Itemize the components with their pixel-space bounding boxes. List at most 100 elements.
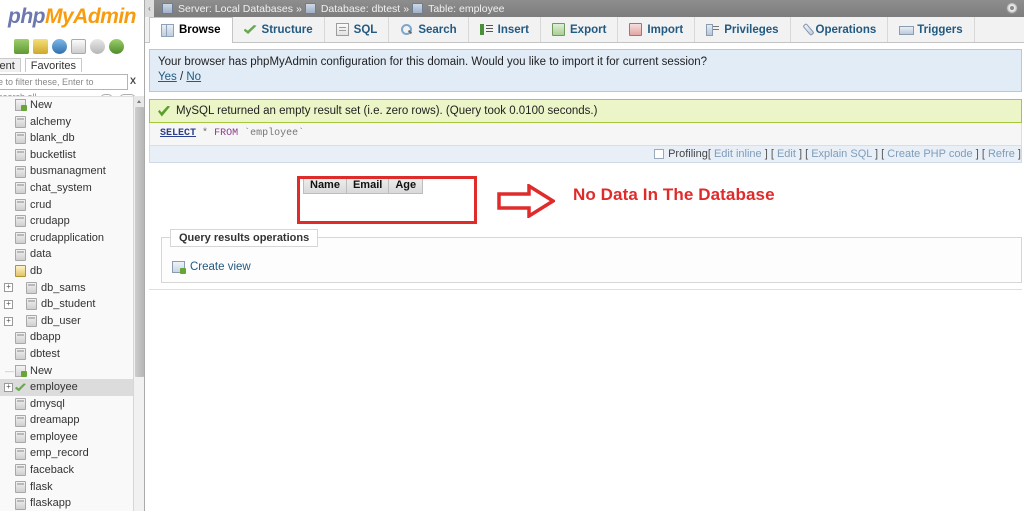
db-tree-item[interactable]: dmysql bbox=[0, 396, 144, 413]
db-icon bbox=[15, 431, 26, 444]
search-icon bbox=[400, 23, 413, 36]
database-icon bbox=[304, 3, 316, 14]
db-tree-item[interactable]: + db_student bbox=[0, 296, 144, 313]
tab-label: SQL bbox=[353, 23, 378, 36]
db-tree-item[interactable]: data bbox=[0, 246, 144, 263]
notice-yes-link[interactable]: Yes bbox=[158, 71, 177, 83]
refresh-icon[interactable] bbox=[109, 38, 124, 54]
tab-export[interactable]: Export bbox=[541, 17, 619, 42]
db-tree-item[interactable]: + db_user bbox=[0, 313, 144, 330]
new-table-icon bbox=[15, 364, 27, 377]
breadcrumb-server[interactable]: Server: Local Databases bbox=[178, 3, 293, 15]
profiling-link-explain-sql[interactable]: Explain SQL bbox=[811, 148, 872, 160]
profiling-link-edit-inline[interactable]: Edit inline bbox=[714, 148, 762, 160]
create-view-link[interactable]: Create view bbox=[190, 261, 251, 273]
sidebar-scrollbar[interactable] bbox=[133, 96, 144, 511]
sql-query-icon[interactable] bbox=[33, 38, 48, 54]
db-tree-item[interactable]: chat_system bbox=[0, 180, 144, 197]
db-tree-item[interactable]: faceback bbox=[0, 462, 144, 479]
db-tree-item-label: dbapp bbox=[30, 331, 61, 344]
tab-insert[interactable]: Insert bbox=[469, 17, 541, 42]
clear-filter-icon[interactable]: X bbox=[130, 76, 136, 86]
db-icon bbox=[15, 215, 26, 228]
db-tree-item[interactable]: flaskapp bbox=[0, 495, 144, 511]
sidebar-tab-favorites[interactable]: Favorites bbox=[24, 58, 83, 73]
db-filter-input[interactable]: e to filter these, Enter to search all bbox=[0, 74, 128, 102]
db-icon bbox=[26, 281, 37, 294]
profiling-link-refre[interactable]: Refre bbox=[988, 148, 1015, 160]
tab-operations[interactable]: Operations bbox=[791, 17, 889, 42]
db-tree-item[interactable]: bucketlist bbox=[0, 147, 144, 164]
tree-expand-icon[interactable]: + bbox=[4, 382, 13, 392]
tree-expand-icon[interactable]: + bbox=[4, 283, 13, 293]
db-tree-item-label: dmysql bbox=[30, 397, 65, 410]
documentation-icon[interactable] bbox=[71, 38, 86, 54]
query-success-bar: MySQL returned an empty result set (i.e.… bbox=[149, 99, 1022, 123]
db-tree-item[interactable]: dreamapp bbox=[0, 412, 144, 429]
db-tree-item[interactable]: — New bbox=[0, 363, 144, 380]
scroll-up-arrow-icon[interactable] bbox=[134, 96, 144, 107]
db-tree-item[interactable]: New bbox=[0, 97, 144, 114]
db-icon bbox=[26, 298, 37, 311]
db-icon bbox=[15, 497, 26, 510]
db-icon bbox=[26, 315, 37, 328]
db-icon bbox=[15, 115, 26, 128]
db-tree-item[interactable]: alchemy bbox=[0, 114, 144, 131]
tab-structure[interactable]: Structure bbox=[233, 17, 325, 42]
db-tree-item[interactable]: crud bbox=[0, 197, 144, 214]
profiling-checkbox[interactable] bbox=[654, 149, 665, 159]
tab-label: Search bbox=[418, 23, 457, 36]
tree-expand-icon[interactable]: + bbox=[4, 299, 13, 309]
tab-privileges[interactable]: Privileges bbox=[695, 17, 791, 42]
breadcrumb-sep-1: » bbox=[295, 2, 302, 15]
privileges-icon bbox=[706, 23, 720, 36]
breadcrumb-database[interactable]: Database: dbtest bbox=[321, 3, 400, 15]
logo-php: php bbox=[8, 5, 45, 28]
db-tree-item[interactable]: crudapplication bbox=[0, 230, 144, 247]
db-tree-item[interactable]: emp_record bbox=[0, 445, 144, 462]
sql-keyword-select[interactable]: SELECT bbox=[160, 128, 196, 139]
db-tree-item[interactable]: dbapp bbox=[0, 329, 144, 346]
profiling-link-create-php-code[interactable]: Create PHP code bbox=[887, 148, 972, 160]
wiki-icon[interactable] bbox=[90, 38, 105, 54]
db-tree-item[interactable]: employee bbox=[0, 429, 144, 446]
db-icon bbox=[15, 198, 26, 211]
results-column-header[interactable]: Name bbox=[303, 176, 347, 194]
tab-triggers[interactable]: Triggers bbox=[888, 17, 975, 42]
db-open-icon bbox=[15, 265, 26, 278]
db-tree-item-label: emp_record bbox=[30, 447, 89, 460]
bracket: ] bbox=[761, 148, 771, 160]
home-icon[interactable] bbox=[14, 38, 29, 54]
db-tree-item[interactable]: blank_db bbox=[0, 130, 144, 147]
db-tree-item[interactable]: crudapp bbox=[0, 213, 144, 230]
db-tree-item-label: New bbox=[30, 99, 53, 111]
sidebar-scroll-thumb[interactable] bbox=[135, 107, 144, 377]
tab-browse[interactable]: Browse bbox=[149, 17, 233, 43]
db-tree-item[interactable]: flask bbox=[0, 479, 144, 496]
notice-no-link[interactable]: No bbox=[186, 71, 201, 83]
db-tree-item[interactable]: busmanagment bbox=[0, 163, 144, 180]
tree-expand-icon[interactable]: + bbox=[4, 316, 13, 326]
breadcrumb-table[interactable]: Table: employee bbox=[428, 3, 504, 15]
profiling-link-edit[interactable]: Edit bbox=[777, 148, 796, 160]
tab-label: Structure bbox=[261, 23, 313, 36]
table-selected-icon bbox=[15, 381, 26, 393]
phpmyadmin-logo[interactable]: phpMyAdmin bbox=[8, 4, 144, 30]
settings-gear-icon[interactable] bbox=[1006, 2, 1018, 14]
sidebar: phpMyAdmin centFavorites e to filter the… bbox=[0, 0, 145, 511]
sidebar-collapse-handle[interactable]: ‹ bbox=[145, 0, 154, 17]
sidebar-tab-recent[interactable]: cent bbox=[0, 58, 21, 73]
tab-sql[interactable]: SQL bbox=[325, 17, 390, 42]
db-tree-item-label: bucketlist bbox=[30, 148, 76, 161]
db-tree-item[interactable]: + employee bbox=[0, 379, 144, 396]
results-column-header[interactable]: Email bbox=[345, 176, 390, 194]
results-column-header[interactable]: Age bbox=[388, 176, 424, 194]
db-tree-item[interactable]: dbtest bbox=[0, 346, 144, 363]
db-tree-item[interactable]: db bbox=[0, 263, 144, 280]
help-icon[interactable] bbox=[52, 38, 67, 54]
db-icon bbox=[15, 480, 26, 493]
db-tree-item[interactable]: + db_sams bbox=[0, 280, 144, 297]
sidebar-tabs: centFavorites bbox=[0, 56, 144, 73]
tab-import[interactable]: Import bbox=[618, 17, 696, 42]
tab-search[interactable]: Search bbox=[389, 17, 469, 42]
